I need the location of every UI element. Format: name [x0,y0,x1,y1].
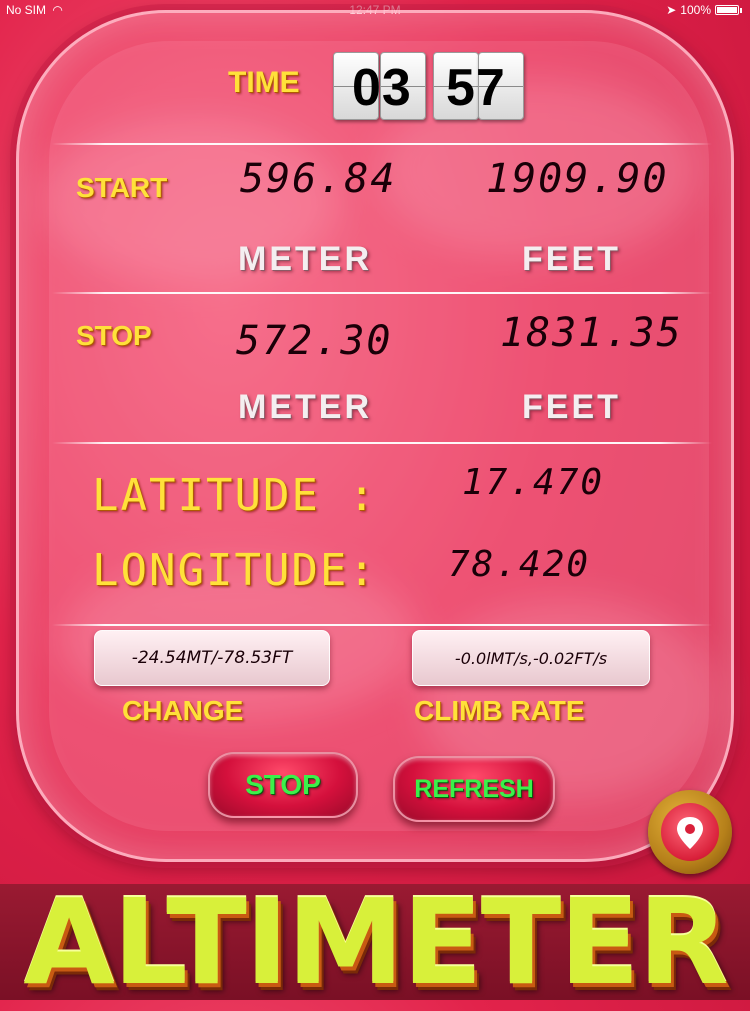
periscope-icon[interactable] [648,790,732,874]
stop-label: STOP [76,320,152,351]
stop-meter-value: 572.30 [236,318,393,364]
start-label: START [76,172,168,203]
change-label: CHANGE [122,695,244,726]
latitude-value: 17.470 [462,462,605,503]
longitude-value: 78.420 [448,544,591,585]
battery-percent: 100% [680,3,711,17]
altimeter-panel [16,10,734,862]
start-feet-value: 1909.90 [486,156,669,202]
start-meter-value: 596.84 [240,156,397,202]
battery-icon [715,5,739,15]
climb-rate-label: CLIMB RATE [414,695,585,726]
timer-seconds: 57 [446,59,506,117]
longitude-label: LONGITUDE: [92,545,377,596]
divider [52,292,712,294]
stop-feet-unit: FEET [522,388,621,426]
app-banner: ALTIMETER [0,873,750,1011]
time-label: TIME [228,66,300,99]
location-arrow-icon: ➤ [666,3,677,17]
stop-meter-unit: METER [238,388,372,426]
timer-minutes: 03 [352,59,412,117]
latitude-label: LATITUDE : [92,470,377,521]
location-pin-icon [677,817,703,849]
start-meter-unit: METER [238,240,372,278]
climb-rate-readout: -0.0lMT/s,-0.02FT/s [412,630,650,686]
change-readout: -24.54MT/-78.53FT [94,630,330,686]
start-feet-unit: FEET [522,240,621,278]
divider [52,624,712,626]
divider [52,442,712,444]
stop-feet-value: 1831.35 [500,310,683,356]
stop-button[interactable]: STOP [208,752,358,818]
refresh-button[interactable]: REFRESH [393,756,555,822]
divider [52,143,712,145]
battery-status: ➤ 100% [666,0,742,20]
app-title: ALTIMETER [23,873,728,1011]
